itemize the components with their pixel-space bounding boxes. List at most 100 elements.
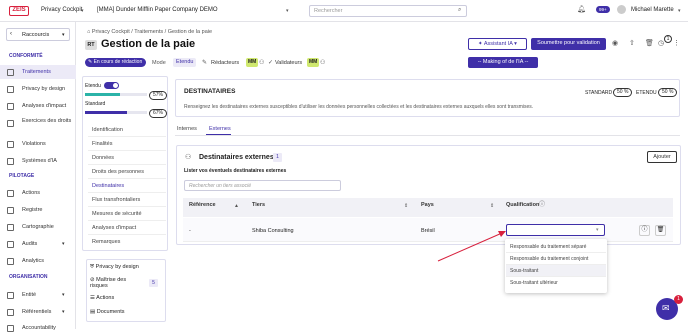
link-maitrise-risques[interactable]: ⊘ Maîtrise des risques <box>90 277 145 289</box>
sidebar-item-actions[interactable]: Actions <box>0 186 76 200</box>
sidebar-item-analytics[interactable]: Analytics <box>0 254 76 268</box>
sidebar-item-exercices[interactable]: Exercices des droits <box>0 116 76 136</box>
tiers-search-input[interactable]: Rechercher un tiers associé <box>184 180 341 191</box>
add-person-icon[interactable]: ⚇ <box>320 59 325 67</box>
breadcrumb-item[interactable]: Traitements <box>134 29 163 35</box>
add-button[interactable]: Ajouter <box>647 151 677 163</box>
global-search-input[interactable]: Rechercher <box>309 5 467 17</box>
shortcuts-select[interactable]: ‹ Raccourcis ▾ <box>6 28 70 41</box>
app-logo: ZEIS <box>9 6 29 16</box>
sidebar-item-traitements[interactable]: Traitements <box>0 65 76 79</box>
sidebar-item-label: Accountability <box>22 325 56 331</box>
nav-donnees[interactable]: Données <box>88 152 166 165</box>
sidebar-item-systemes-ia[interactable]: Systèmes d'IA <box>0 154 76 168</box>
section-description: Renseignez les destinataires externes su… <box>184 104 534 110</box>
option-responsable-separe[interactable]: Responsable du traitement séparé <box>506 241 606 253</box>
eye-icon[interactable]: ◉ <box>612 40 618 48</box>
option-sous-traitant-ulterieur[interactable]: Sous-traitant ultérieur <box>506 277 606 289</box>
list-icon <box>7 69 14 76</box>
sidebar-item-label: Registre <box>22 207 43 213</box>
submit-validation-button[interactable]: Soumettre pour validation <box>531 38 606 50</box>
upload-icon[interactable]: ⇧ <box>629 40 635 48</box>
chevron-down-icon: ▾ <box>62 241 65 247</box>
sidebar-item-violations[interactable]: Violations <box>0 137 76 151</box>
avatar[interactable]: MM <box>246 58 259 67</box>
delete-icon[interactable]: 🗑︎ <box>655 225 666 236</box>
info-icon[interactable]: ⓘ <box>539 201 545 209</box>
progress-fill <box>85 93 121 96</box>
nav-finalites[interactable]: Finalités <box>88 138 166 151</box>
progress-fill <box>85 111 127 114</box>
add-person-icon[interactable]: ⚇ <box>259 59 264 67</box>
nav-destinataires[interactable]: Destinataires <box>88 180 166 193</box>
sidebar-item-referentiels[interactable]: Référentiels ▾ <box>0 305 76 319</box>
analytics-icon <box>7 258 14 265</box>
document-icon: ▤ <box>90 309 97 315</box>
checklist-icon <box>7 190 14 197</box>
qualification-select[interactable]: ▾ <box>506 224 605 236</box>
assistant-ia-button[interactable]: ✦ Assistant IA ▾ <box>468 38 527 50</box>
notification-count-badge[interactable]: 99+ <box>596 6 610 13</box>
people-icon: ⚇ <box>185 154 192 161</box>
nav-flux[interactable]: Flux transfrontaliers <box>88 194 166 207</box>
nav-identification[interactable]: Identification <box>88 124 166 137</box>
sidebar-item-analyses[interactable]: Analyses d'impact <box>0 99 76 113</box>
tabs-divider <box>175 135 680 136</box>
history-icon[interactable]: ◷ <box>658 40 664 48</box>
col-pays[interactable]: Pays <box>421 202 434 208</box>
mode-toggle[interactable] <box>104 82 119 89</box>
nav-analyses[interactable]: Analyses d'impact <box>88 222 166 235</box>
chevron-down-icon[interactable]: ▾ <box>81 7 84 15</box>
link-label: Maîtrise des risques <box>90 277 127 289</box>
mode-value[interactable]: Etendu <box>173 58 197 67</box>
chevron-down-icon: ▾ <box>62 32 65 38</box>
making-of-ia-button[interactable]: -- Making of de l'IA -- <box>468 57 538 68</box>
chevron-down-icon[interactable]: ▾ <box>678 7 681 15</box>
info-icon[interactable]: ⓘ <box>639 225 650 236</box>
tab-externes[interactable]: Externes <box>209 126 231 132</box>
breadcrumb: ⌂ Privacy Cockpit / Traitements / Gestio… <box>87 29 212 35</box>
standard-label: STANDARD <box>585 90 613 96</box>
sort-icon[interactable]: ▲ <box>234 202 239 210</box>
chevron-down-icon: ▾ <box>62 309 65 315</box>
chevron-down-icon: ▾ <box>62 292 65 298</box>
option-responsable-conjoint[interactable]: Responsable du traitement conjoint <box>506 253 606 265</box>
tab-internes[interactable]: Internes <box>177 126 197 132</box>
sidebar-item-registre[interactable]: Registre <box>0 203 76 217</box>
delete-icon[interactable]: 🗑︎ <box>645 40 654 48</box>
company-name[interactable]: [MMA] Dunder Mifflin Paper Company DEMO <box>97 7 218 13</box>
more-options-icon[interactable]: ⋮ <box>673 40 680 48</box>
col-reference[interactable]: Référence <box>189 202 216 208</box>
nav-remarques[interactable]: Remarques <box>88 236 166 249</box>
sidebar-item-label: Entité <box>22 292 37 298</box>
avatar[interactable]: MM <box>307 58 320 67</box>
top-bar: ZEIS Privacy Cockpit ▾ [MMA] Dunder Miff… <box>0 0 688 22</box>
sidebar-item-entite[interactable]: Entité ▾ <box>0 288 76 302</box>
app-name[interactable]: Privacy Cockpit <box>41 7 82 13</box>
nav-droits[interactable]: Droits des personnes <box>88 166 166 179</box>
sidebar-item-audits[interactable]: Audits ▾ <box>0 237 76 251</box>
sort-icon[interactable]: ⇕ <box>404 202 408 210</box>
breadcrumb-item[interactable]: Privacy Cockpit <box>92 29 130 35</box>
sort-icon[interactable]: ⇕ <box>490 202 494 210</box>
link-actions[interactable]: ☰ Actions <box>90 295 114 301</box>
link-documents[interactable]: ▤ Documents <box>90 309 125 315</box>
audit-icon <box>7 241 14 248</box>
link-privacy-by-design[interactable]: ⛨ Privacy by design <box>90 264 139 271</box>
page-title: Gestion de la paie <box>101 38 196 50</box>
toggle-knob <box>113 83 118 88</box>
search-icon[interactable]: ⌕ <box>458 6 461 14</box>
user-avatar[interactable] <box>617 5 626 14</box>
chevron-left-icon: ‹ <box>10 31 12 37</box>
building-icon <box>7 292 14 299</box>
col-tiers[interactable]: Tiers <box>252 202 265 208</box>
bell-icon[interactable]: 🔔︎ <box>577 6 586 14</box>
chevron-down-icon[interactable]: ▾ <box>286 7 289 15</box>
sidebar-item-accountability[interactable]: Accountability <box>0 321 76 335</box>
nav-mesures[interactable]: Mesures de sécurité <box>88 208 166 221</box>
user-name[interactable]: Michael Marette <box>631 7 674 13</box>
option-sous-traitant[interactable]: Sous-traitant <box>506 265 606 277</box>
sidebar-item-privacy-by-design[interactable]: Privacy by design <box>0 82 76 96</box>
sidebar-item-cartographie[interactable]: Cartographie <box>0 220 76 234</box>
breadcrumb-separator: / <box>164 29 167 35</box>
